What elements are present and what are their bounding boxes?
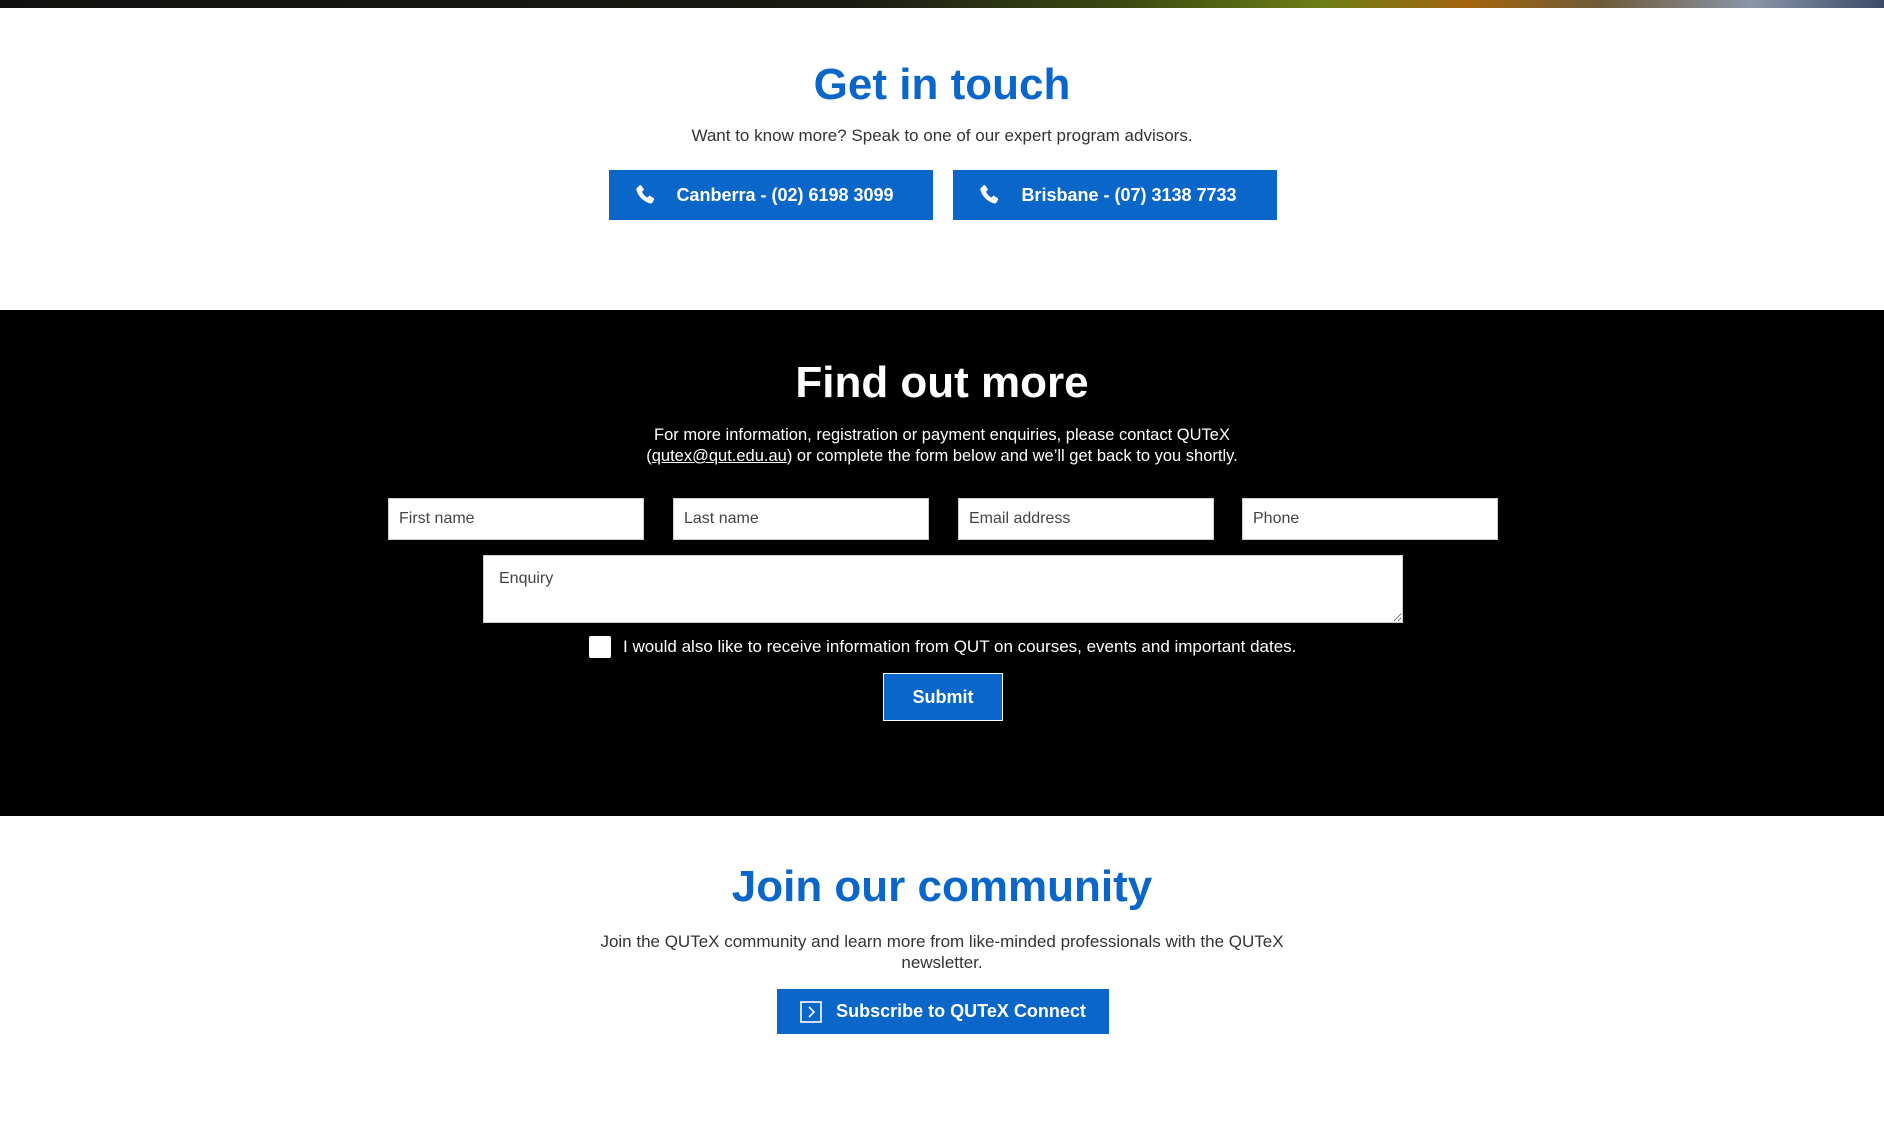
optin-checkbox[interactable] <box>589 636 611 658</box>
marketing-optin: I would also like to receive information… <box>589 635 1296 659</box>
call-brisbane-label: Brisbane - (07) 3138 7733 <box>1021 184 1237 205</box>
subscribe-button[interactable]: Subscribe to QUTeX Connect <box>777 989 1109 1034</box>
get-in-touch-section: Get in touch Want to know more? Speak to… <box>0 8 1884 310</box>
call-canberra-button[interactable]: Canberra - (02) 6198 3099 <box>609 170 933 220</box>
call-canberra-label: Canberra - (02) 6198 3099 <box>676 184 894 205</box>
phone-icon <box>633 183 657 207</box>
phone-icon <box>977 183 1001 207</box>
hero-image-strip <box>0 0 1884 8</box>
join-community-description: Join the QUTeX community and learn more … <box>600 932 1284 972</box>
get-in-touch-subtitle: Want to know more? Speak to one of our e… <box>691 126 1193 145</box>
join-community-section: Join our community Join the QUTeX commun… <box>0 816 1884 1128</box>
first-name-field[interactable] <box>388 498 644 540</box>
phone-field[interactable] <box>1242 498 1498 540</box>
email-field[interactable] <box>958 498 1214 540</box>
submit-button[interactable]: Submit <box>883 673 1003 721</box>
chevron-right-box-icon <box>800 1000 822 1023</box>
call-brisbane-button[interactable]: Brisbane - (07) 3138 7733 <box>953 170 1277 220</box>
intro-text-after: ) or complete the form below and we’ll g… <box>786 447 1238 465</box>
get-in-touch-title: Get in touch <box>813 60 1071 109</box>
find-out-more-section: Find out more For more information, regi… <box>0 310 1884 816</box>
last-name-field[interactable] <box>673 498 929 540</box>
enquiry-textarea[interactable] <box>483 555 1403 623</box>
optin-label: I would also like to receive information… <box>623 637 1297 656</box>
join-community-title: Join our community <box>731 862 1153 911</box>
find-out-more-title: Find out more <box>795 358 1089 407</box>
qutex-email-link[interactable]: qutex@qut.edu.au <box>652 447 787 465</box>
subscribe-label: Subscribe to QUTeX Connect <box>836 1001 1086 1021</box>
find-out-more-intro: For more information, registration or pa… <box>632 425 1252 467</box>
